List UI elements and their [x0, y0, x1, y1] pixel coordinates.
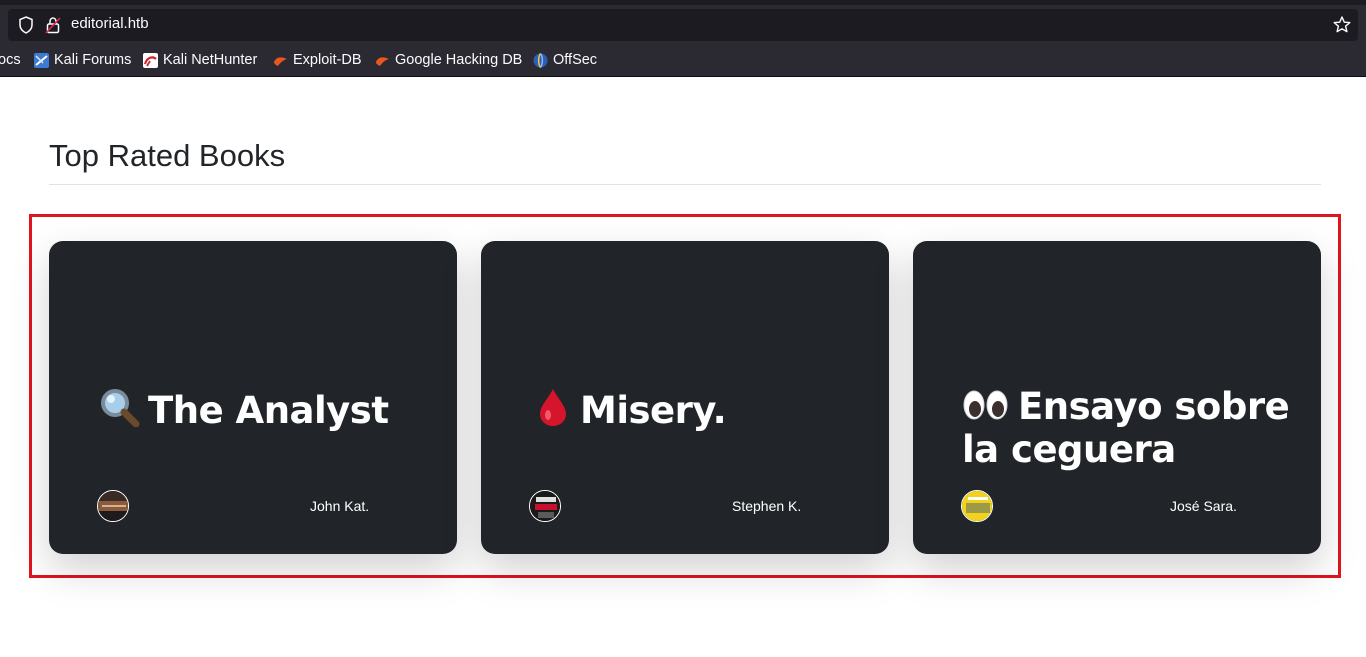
bookmark-offsec[interactable]: OffSec: [533, 52, 597, 68]
author-name: José Sara.: [1170, 498, 1237, 514]
bookmark-label: Exploit-DB: [293, 52, 362, 68]
address-bar[interactable]: editorial.htb: [8, 9, 1358, 41]
bookmark-label: Kali NetHunter: [163, 52, 258, 68]
book-title-text: The Analyst: [148, 389, 389, 432]
author-name: John Kat.: [310, 498, 370, 514]
book-card-the-analyst[interactable]: The Analyst John Kat.: [49, 241, 457, 554]
bookmark-label: ocs: [0, 52, 21, 68]
book-title[interactable]: Misery.: [534, 387, 864, 434]
bookmark-label: OffSec: [553, 52, 598, 68]
browser-chrome: editorial.htb ocs Kali Forums Kali NetHu…: [0, 0, 1366, 77]
toolbar-divider: [0, 76, 1366, 77]
bookmark-star-icon[interactable]: [1332, 15, 1352, 35]
author-avatar: [961, 490, 993, 522]
author-name: Stephen K.: [732, 498, 802, 514]
offsec-icon: [533, 52, 548, 68]
bookmark-exploit-db[interactable]: Exploit-DB: [273, 52, 362, 68]
url-text[interactable]: editorial.htb: [71, 15, 149, 32]
author-avatar: [97, 490, 129, 522]
author-avatar: [529, 490, 561, 522]
book-title-text: Misery.: [580, 389, 727, 432]
drop-of-blood-icon: [534, 387, 572, 434]
insecure-lock-icon[interactable]: [45, 16, 61, 34]
book-card-misery[interactable]: Misery. Stephen K.: [481, 241, 889, 554]
book-title[interactable]: The Analyst: [98, 387, 428, 434]
google-hacking-db-icon: [376, 56, 389, 66]
tracking-protection-icon[interactable]: [18, 16, 34, 34]
bookmark-label: Google Hacking DB: [395, 52, 523, 68]
bookmark-kali-nethunter[interactable]: Kali NetHunter: [143, 52, 257, 68]
bookmark-kali-forums[interactable]: Kali Forums: [34, 52, 131, 68]
eyes-icon: [962, 387, 1010, 430]
bookmark-google-hacking-db[interactable]: Google Hacking DB: [375, 52, 522, 68]
heading-divider: [49, 184, 1321, 185]
bookmark-docs[interactable]: ocs: [0, 52, 21, 68]
book-title-text: Ensayo sobre la ceguera: [962, 385, 1290, 471]
section-heading: Top Rated Books: [49, 138, 286, 173]
window-edge: [0, 0, 1366, 5]
book-card-ensayo-sobre-la-ceguera[interactable]: Ensayo sobre la ceguera José Sara.: [913, 241, 1321, 554]
kali-forums-icon: [34, 52, 49, 68]
bookmarks-toolbar: ocs Kali Forums Kali NetHunter Exploit-D…: [0, 48, 1366, 74]
exploit-db-icon: [274, 56, 287, 66]
kali-nethunter-icon: [143, 52, 158, 68]
magnifier-icon: [98, 387, 140, 434]
bookmark-label: Kali Forums: [54, 52, 132, 68]
book-title[interactable]: Ensayo sobre la ceguera: [962, 387, 1302, 469]
